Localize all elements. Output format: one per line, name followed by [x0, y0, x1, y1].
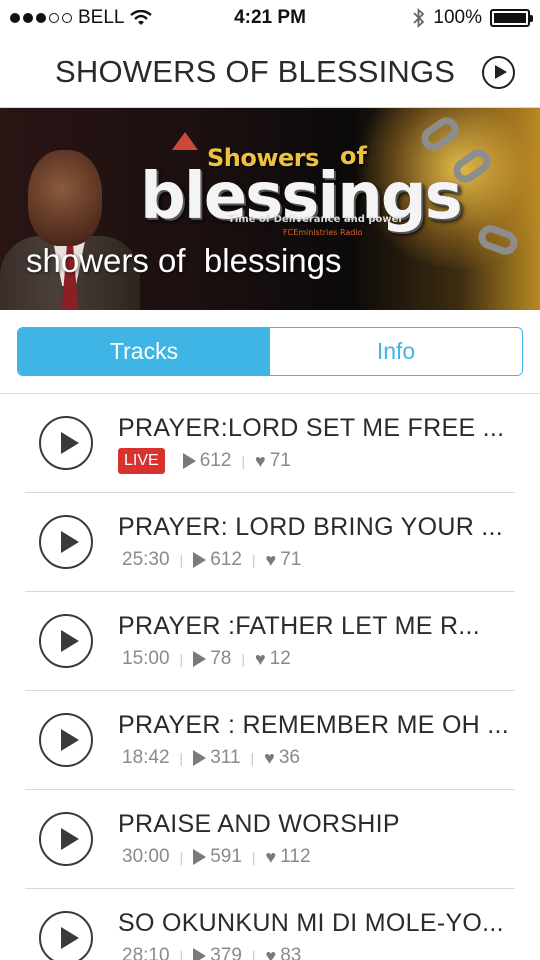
- like-count: 71: [280, 549, 302, 570]
- track-meta: 25:30 | 612 | ♥ 71: [118, 546, 311, 574]
- track-row[interactable]: PRAYER :FATHER LET ME R... 15:00 | 78 | …: [0, 592, 540, 691]
- play-count: 612: [210, 549, 242, 570]
- play-icon[interactable]: [39, 713, 93, 767]
- status-right: 100%: [413, 7, 533, 29]
- meta-separator: |: [251, 849, 256, 865]
- track-meta: 15:00 | 78 | ♥ 12: [118, 645, 301, 673]
- meta-separator: |: [179, 849, 184, 865]
- battery-percent: 100%: [433, 7, 482, 28]
- meta-separator: |: [179, 552, 184, 568]
- track-duration: 30:00: [122, 846, 170, 867]
- like-count: 12: [269, 648, 291, 669]
- meta-separator: |: [179, 651, 184, 667]
- live-badge: LIVE: [118, 448, 165, 474]
- station-banner: Showers of blessings Time of Deliverance…: [0, 108, 540, 310]
- bluetooth-icon: [413, 8, 425, 28]
- play-count: 78: [210, 648, 232, 669]
- play-icon[interactable]: [39, 515, 93, 569]
- track-row[interactable]: PRAYER : REMEMBER ME OH ... 18:42 | 311 …: [0, 691, 540, 790]
- page-title: SHOWERS OF BLESSINGS: [55, 54, 456, 89]
- track-meta: 30:00 | 591 | ♥ 112: [118, 843, 321, 871]
- plays-icon: [193, 651, 207, 667]
- track-row[interactable]: PRAYER: LORD BRING YOUR ... 25:30 | 612 …: [0, 493, 540, 592]
- play-count: 591: [210, 846, 242, 867]
- play-count: 311: [210, 747, 241, 768]
- play-count: 612: [199, 450, 232, 471]
- track-meta: 18:42 | 311 | ♥ 36: [118, 744, 310, 772]
- heart-icon: ♥: [265, 847, 277, 867]
- play-icon[interactable]: [39, 911, 93, 960]
- track-duration: 15:00: [122, 648, 170, 669]
- heart-icon: ♥: [264, 748, 275, 768]
- tab-info[interactable]: Info: [270, 328, 522, 375]
- meta-separator: |: [179, 750, 184, 766]
- tab-tracks[interactable]: Tracks: [18, 328, 270, 375]
- play-icon[interactable]: [39, 812, 93, 866]
- track-title: PRAYER :FATHER LET ME R...: [118, 612, 481, 640]
- meta-separator: |: [250, 750, 255, 766]
- heart-icon: ♥: [255, 451, 266, 471]
- meta-separator: |: [179, 948, 184, 960]
- logo-station: FCEministries Radio: [283, 228, 363, 237]
- track-meta: 28:10 | 379 | ♥ 83: [118, 942, 311, 960]
- track-meta: LIVE 612 | ♥ 71: [118, 447, 301, 475]
- banner-caption: showers of blessings: [26, 242, 342, 279]
- plays-icon: [193, 552, 207, 568]
- track-title: SO OKUNKUN MI DI MOLE-YO...: [118, 909, 504, 937]
- plays-icon: [182, 453, 196, 469]
- like-count: 83: [280, 945, 302, 960]
- track-title: PRAYER : REMEMBER ME OH ...: [118, 711, 510, 739]
- track-list: PRAYER:LORD SET ME FREE ... LIVE 612 | ♥…: [0, 394, 540, 960]
- track-title: PRAISE AND WORSHIP: [118, 810, 400, 838]
- play-all-icon[interactable]: [482, 56, 515, 89]
- tab-bar: Tracks Info: [17, 327, 523, 376]
- track-duration: 18:42: [122, 747, 170, 768]
- meta-separator: |: [251, 948, 256, 960]
- presenter-photo: [0, 138, 140, 310]
- play-count: 379: [210, 945, 242, 960]
- meta-separator: |: [241, 651, 245, 667]
- plays-icon: [193, 948, 207, 960]
- track-row[interactable]: PRAYER:LORD SET ME FREE ... LIVE 612 | ♥…: [0, 394, 540, 493]
- play-icon[interactable]: [39, 416, 93, 470]
- logo-tagline: Time of Deliverance and power: [228, 214, 404, 225]
- track-title: PRAYER:LORD SET ME FREE ...: [118, 414, 505, 442]
- battery-icon: [490, 9, 533, 27]
- status-bar: BELL 4:21 PM 100%: [0, 0, 540, 36]
- plays-icon: [193, 750, 207, 766]
- meta-separator: |: [251, 552, 256, 568]
- track-row[interactable]: PRAISE AND WORSHIP 30:00 | 591 | ♥ 112: [0, 790, 540, 889]
- heart-icon: ♥: [254, 649, 266, 669]
- like-count: 112: [280, 846, 311, 867]
- like-count: 71: [269, 450, 291, 471]
- heart-icon: ♥: [265, 946, 277, 960]
- track-title: PRAYER: LORD BRING YOUR ...: [118, 513, 504, 541]
- track-duration: 25:30: [122, 549, 170, 570]
- like-count: 36: [278, 747, 300, 768]
- plays-icon: [193, 849, 207, 865]
- track-row[interactable]: SO OKUNKUN MI DI MOLE-YO... 28:10 | 379 …: [0, 889, 540, 960]
- tent-icon: [172, 132, 198, 150]
- heart-icon: ♥: [265, 550, 277, 570]
- track-duration: 28:10: [122, 945, 170, 960]
- play-icon[interactable]: [39, 614, 93, 668]
- header: SHOWERS OF BLESSINGS: [0, 36, 540, 108]
- meta-separator: |: [241, 453, 246, 469]
